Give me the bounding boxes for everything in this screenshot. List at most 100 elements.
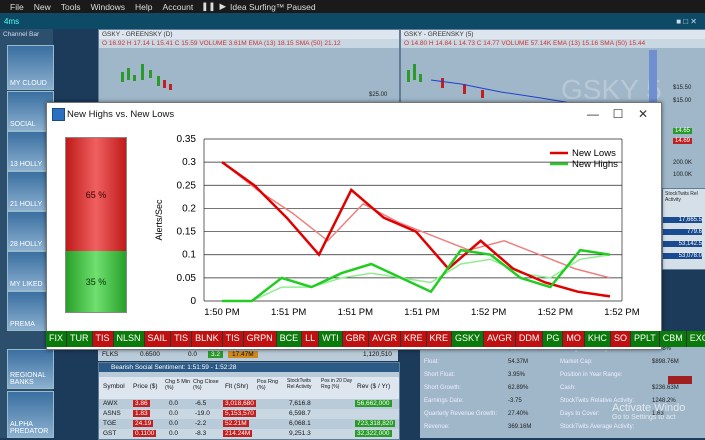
- ticker-gsky[interactable]: GSKY: [452, 331, 485, 347]
- ticker-ll[interactable]: LL: [302, 331, 320, 347]
- ticker-tur[interactable]: TUR: [67, 331, 93, 347]
- intraday-candlesticks: [407, 64, 602, 109]
- col-float[interactable]: Flt (Shr): [225, 383, 248, 390]
- col-stocktwits[interactable]: StockTwits Rel Activity: [287, 378, 319, 390]
- table-row[interactable]: TGE 24.19 0.0 -2.2 52.21M 6,068.1 723,318,820: [99, 419, 399, 429]
- col-price[interactable]: Price ($): [133, 383, 158, 390]
- ticker-sail[interactable]: SAIL: [144, 331, 172, 347]
- minimize-button[interactable]: —: [582, 106, 604, 122]
- ticker-fix[interactable]: FIX: [46, 331, 68, 347]
- daily-candlesticks: [121, 64, 172, 90]
- ticker-bce[interactable]: BCE: [276, 331, 303, 347]
- window-title: New Highs vs. New Lows: [67, 109, 175, 120]
- stocktwits-value-4: 53,078.0: [663, 253, 702, 259]
- fundamental-value: 27.40%: [508, 411, 529, 417]
- channel-my-cloud[interactable]: MY CLOUD: [7, 45, 54, 90]
- daily-chart-panel: GSKY - GREENSKY (D) O 16.92 H 17.14 L 15…: [98, 29, 400, 111]
- window-titlebar[interactable]: New Highs vs. New Lows — ☐ ✕: [47, 103, 661, 125]
- table-cell: 0.0: [169, 420, 179, 427]
- ticker-grpn[interactable]: GRPN: [243, 331, 277, 347]
- sentiment-window: Bearish Social Sentiment: 1:51:59 - 1:52…: [98, 362, 400, 440]
- intraday-price-2: $15.00: [673, 98, 692, 104]
- fundamentals-panel: Short Shr:$0.46Float:54.37MShort Float:3…: [420, 340, 705, 438]
- col-chg-close[interactable]: Chg Close (%): [193, 379, 219, 391]
- window-controls-icon[interactable]: ■ □ ✕: [676, 17, 697, 26]
- fleks-symbol: FLKS: [102, 351, 119, 358]
- fleks-row[interactable]: FLKS 0.6500 0.0 3.2 17.47M 1,120,510: [98, 349, 398, 361]
- ticker-avgr[interactable]: AVGR: [484, 331, 516, 347]
- menu-account[interactable]: Account: [163, 2, 194, 12]
- fundamental-value: 3.95%: [508, 372, 526, 378]
- ticker-pplt[interactable]: PPLT: [630, 331, 660, 347]
- menu-windows[interactable]: Windows: [91, 2, 125, 12]
- ticker-ddm[interactable]: DDM: [515, 331, 544, 347]
- ticker-mo[interactable]: MO: [563, 331, 585, 347]
- y-tick-label: 0.05: [177, 273, 197, 284]
- ticker-so[interactable]: SO: [610, 331, 631, 347]
- pause-icon[interactable]: ❚❚: [201, 1, 215, 12]
- x-tick-label: 1:51 PM: [338, 307, 373, 318]
- y-tick-label: 0.25: [177, 180, 197, 191]
- intraday-price-4: 14.69: [673, 138, 693, 144]
- fleks-chg5: 0.0: [188, 351, 198, 358]
- daily-price-label: $25.00: [369, 92, 388, 98]
- table-cell: -2.2: [195, 420, 207, 427]
- latency-indicator: 4ms: [4, 16, 20, 26]
- ticker-blnk[interactable]: BLNK: [192, 331, 223, 347]
- ticker-khc[interactable]: KHC: [584, 331, 611, 347]
- intraday-volume-1: 200.0K: [673, 160, 693, 166]
- ticker-pg[interactable]: PG: [543, 331, 564, 347]
- col-pos-rng[interactable]: Pos Rng (%): [257, 379, 281, 391]
- ticker-kre[interactable]: KRE: [426, 331, 453, 347]
- fundamental-label: Revenue:: [424, 424, 450, 430]
- table-cell: 0.0: [169, 410, 179, 417]
- close-button[interactable]: ✕: [632, 106, 654, 122]
- ticker-cbm[interactable]: CBM: [659, 331, 687, 347]
- menu-new[interactable]: New: [34, 2, 51, 12]
- play-icon[interactable]: ▶: [220, 1, 227, 12]
- col-rev[interactable]: Rev ($ / Yr): [357, 383, 390, 390]
- fundamental-value: $236.63M: [652, 385, 679, 391]
- x-tick-label: 1:52 PM: [471, 307, 506, 318]
- table-cell: 0.0: [169, 430, 179, 437]
- col-symbol[interactable]: Symbol: [103, 383, 125, 390]
- gauge-lows-label: 65 %: [85, 189, 107, 200]
- table-cell: 3.86: [133, 400, 150, 407]
- ticker-gbr[interactable]: GBR: [342, 331, 370, 347]
- channel-alpha-predator[interactable]: ALPHA PREDATOR: [7, 391, 54, 438]
- toolbar: 4ms ■ □ ✕: [0, 13, 705, 29]
- table-cell: 24.19: [133, 420, 154, 427]
- channel-regional-banks[interactable]: REGIONAL BANKS: [7, 349, 54, 389]
- table-cell: 1.83: [133, 410, 150, 417]
- table-row[interactable]: ASNS 1.83 0.0 -19.0 5,153,570 6,598.7: [99, 409, 399, 419]
- table-cell: 6,598.7: [289, 410, 311, 417]
- ticker-wti[interactable]: WTI: [319, 331, 343, 347]
- table-cell: 56,662,000: [355, 400, 392, 407]
- legend-label: New Highs: [572, 159, 618, 170]
- intraday-price-1: $15.50: [673, 85, 692, 91]
- ticker-exc[interactable]: EXC: [686, 331, 705, 347]
- menu-tools[interactable]: Tools: [61, 2, 81, 12]
- daily-chart-ohlc: O 16.92 H 17.14 L 15.41 C 15.59 VOLUME 3…: [99, 39, 399, 48]
- fundamental-value: -3.75: [508, 398, 522, 404]
- ticker-tis[interactable]: TIS: [171, 331, 193, 347]
- ticker-tis[interactable]: TIS: [222, 331, 244, 347]
- col-pos20[interactable]: Pos in 20 Day Rng (%): [321, 378, 355, 390]
- table-cell: ASNS: [103, 410, 121, 417]
- maximize-button[interactable]: ☐: [607, 106, 629, 122]
- ticker-avgr[interactable]: AVGR: [369, 331, 402, 347]
- table-row[interactable]: AWX 3.86 0.0 -6.5 3,018,680 7,616.8 56,662,000: [99, 399, 399, 409]
- table-cell: 32,322,000: [355, 430, 392, 437]
- table-cell: TGE: [103, 420, 117, 427]
- fundamental-label: Position in Year Range:: [560, 372, 623, 378]
- table-cell: 723,318,820: [355, 420, 396, 427]
- ticker-kre[interactable]: KRE: [401, 331, 427, 347]
- ticker-nlsn[interactable]: NLSN: [113, 331, 145, 347]
- menu-file[interactable]: File: [10, 2, 24, 12]
- new-highs-lows-window: New Highs vs. New Lows — ☐ ✕ 65 % 35 % 0…: [46, 102, 662, 350]
- ticker-tis[interactable]: TIS: [92, 331, 114, 347]
- fleks-rev: 1,120,510: [363, 351, 392, 358]
- table-cell: 5,153,570: [223, 410, 256, 417]
- menu-help[interactable]: Help: [135, 2, 152, 12]
- col-chg5[interactable]: Chg 5 Min (%): [165, 379, 191, 391]
